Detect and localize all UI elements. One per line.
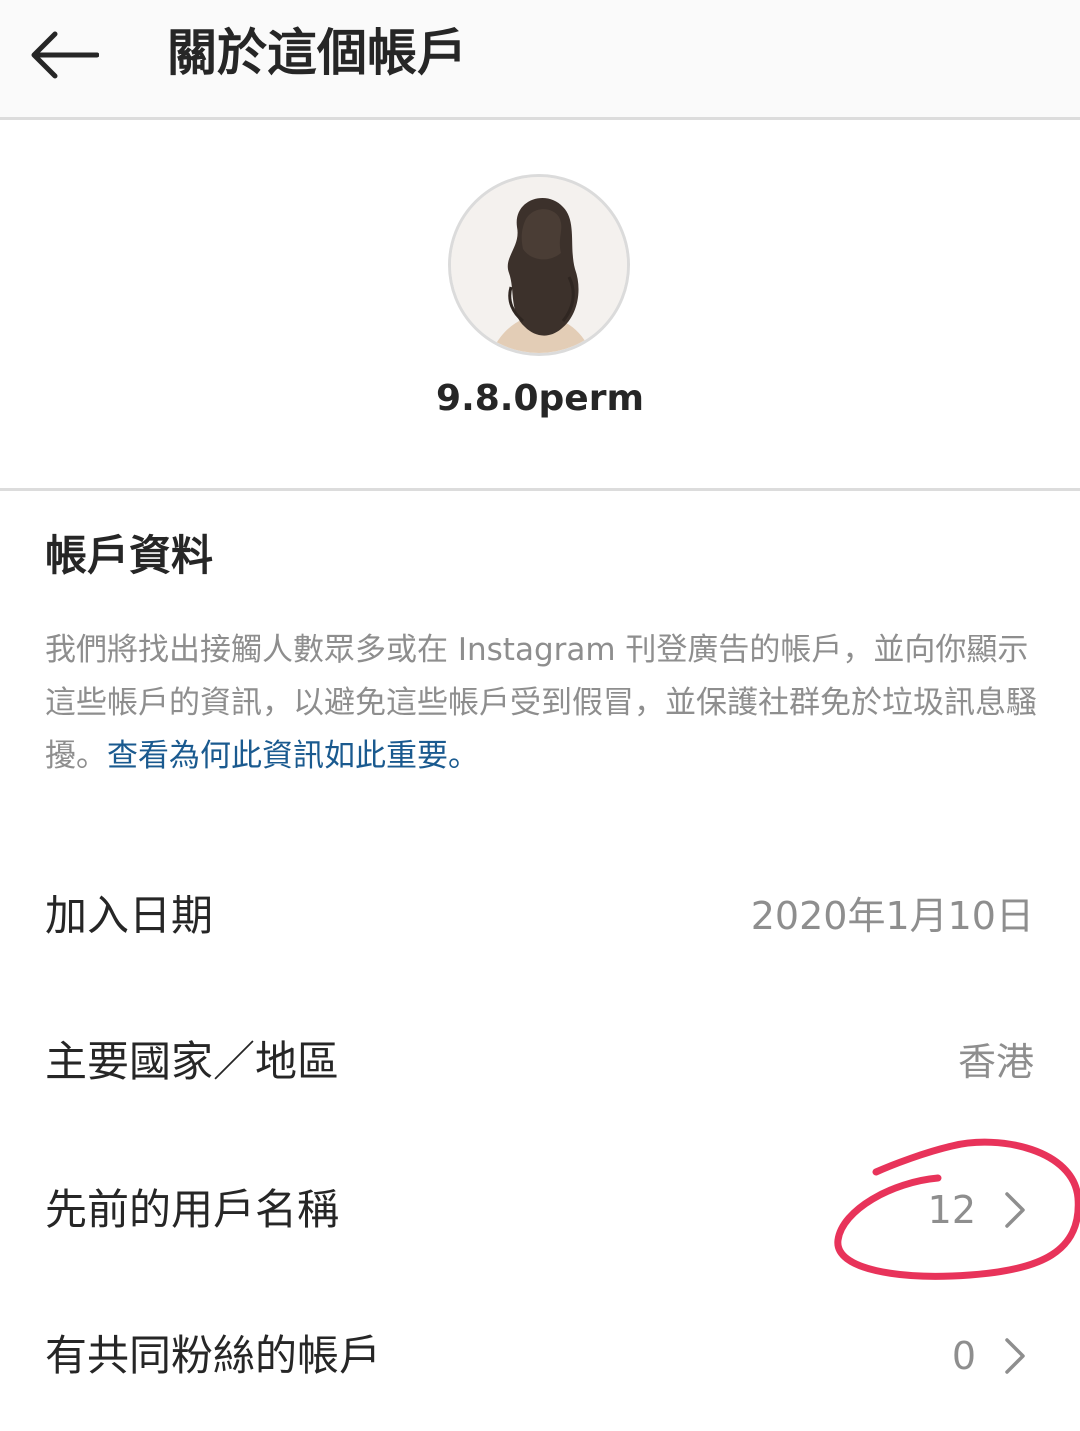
chevron-right-icon [1005, 1338, 1025, 1374]
country-label: 主要國家／地區 [45, 1037, 340, 1086]
row-shared-followers[interactable]: 有共同粉絲的帳戶 0 [0, 1306, 1080, 1406]
country-value: 香港 [957, 1040, 1034, 1084]
about-account-screen: 關於這個帳戶 9.8.0perm 帳戶資料 我們將找出接觸人數眾多或在 Inst… [0, 0, 1080, 1431]
row-country: 主要國家／地區 香港 [0, 1012, 1080, 1112]
page-title: 關於這個帳戶 [167, 24, 467, 82]
top-app-bar: 關於這個帳戶 [0, 0, 1080, 120]
learn-more-link[interactable]: 查看為何此資訊如此重要。 [107, 738, 479, 774]
shared-followers-label: 有共同粉絲的帳戶 [45, 1331, 382, 1380]
back-button[interactable] [22, 22, 106, 88]
arrow-left-icon [31, 31, 99, 79]
section-title: 帳戶資料 [45, 531, 214, 580]
date-joined-label: 加入日期 [45, 891, 214, 940]
chevron-right-icon [1005, 1192, 1025, 1228]
date-joined-value: 2020年1月10日 [750, 894, 1034, 938]
row-date-joined: 加入日期 2020年1月10日 [0, 866, 1080, 966]
account-info-description: 我們將找出接觸人數眾多或在 Instagram 刊登廣告的帳戶，並向你顯示這些帳… [45, 624, 1040, 783]
avatar[interactable] [448, 174, 630, 356]
section-divider [0, 488, 1080, 491]
profile-summary: 9.8.0perm [0, 120, 1080, 490]
row-former-usernames[interactable]: 先前的用戶名稱 12 [0, 1160, 1080, 1260]
shared-followers-count: 0 [951, 1334, 976, 1378]
former-usernames-count: 12 [927, 1188, 976, 1232]
username: 9.8.0perm [436, 378, 644, 419]
former-usernames-label: 先前的用戶名稱 [45, 1185, 340, 1234]
avatar-image [451, 177, 627, 353]
